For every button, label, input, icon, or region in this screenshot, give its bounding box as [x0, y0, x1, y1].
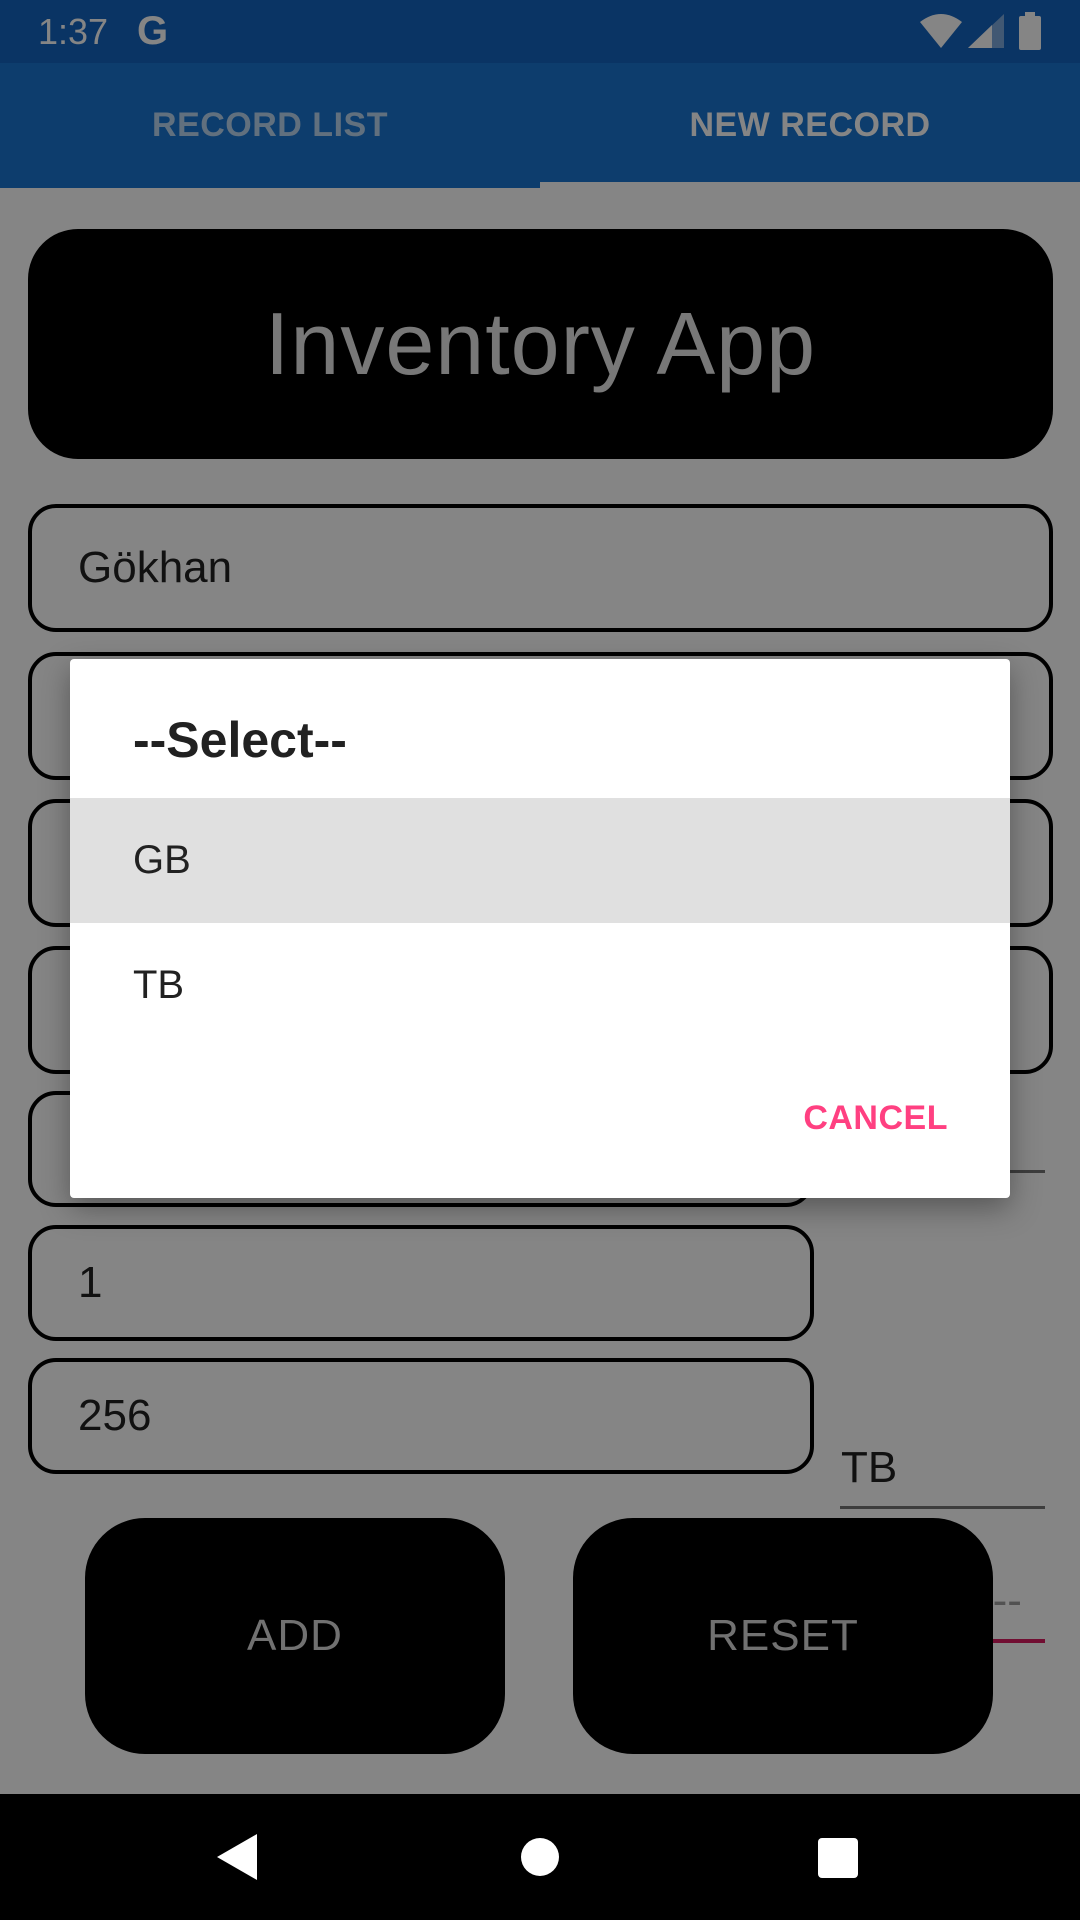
- home-icon[interactable]: [521, 1838, 559, 1876]
- recents-icon[interactable]: [818, 1838, 858, 1878]
- dialog-title: --Select--: [133, 712, 347, 768]
- option-tb[interactable]: TB: [70, 923, 1010, 1048]
- option-gb[interactable]: GB: [70, 798, 1010, 923]
- back-icon[interactable]: [215, 1832, 259, 1887]
- navigation-bar: [0, 1794, 1080, 1920]
- cancel-button[interactable]: CANCEL: [803, 1099, 948, 1138]
- unit-select-dialog: --Select-- GB TB CANCEL: [70, 659, 1010, 1198]
